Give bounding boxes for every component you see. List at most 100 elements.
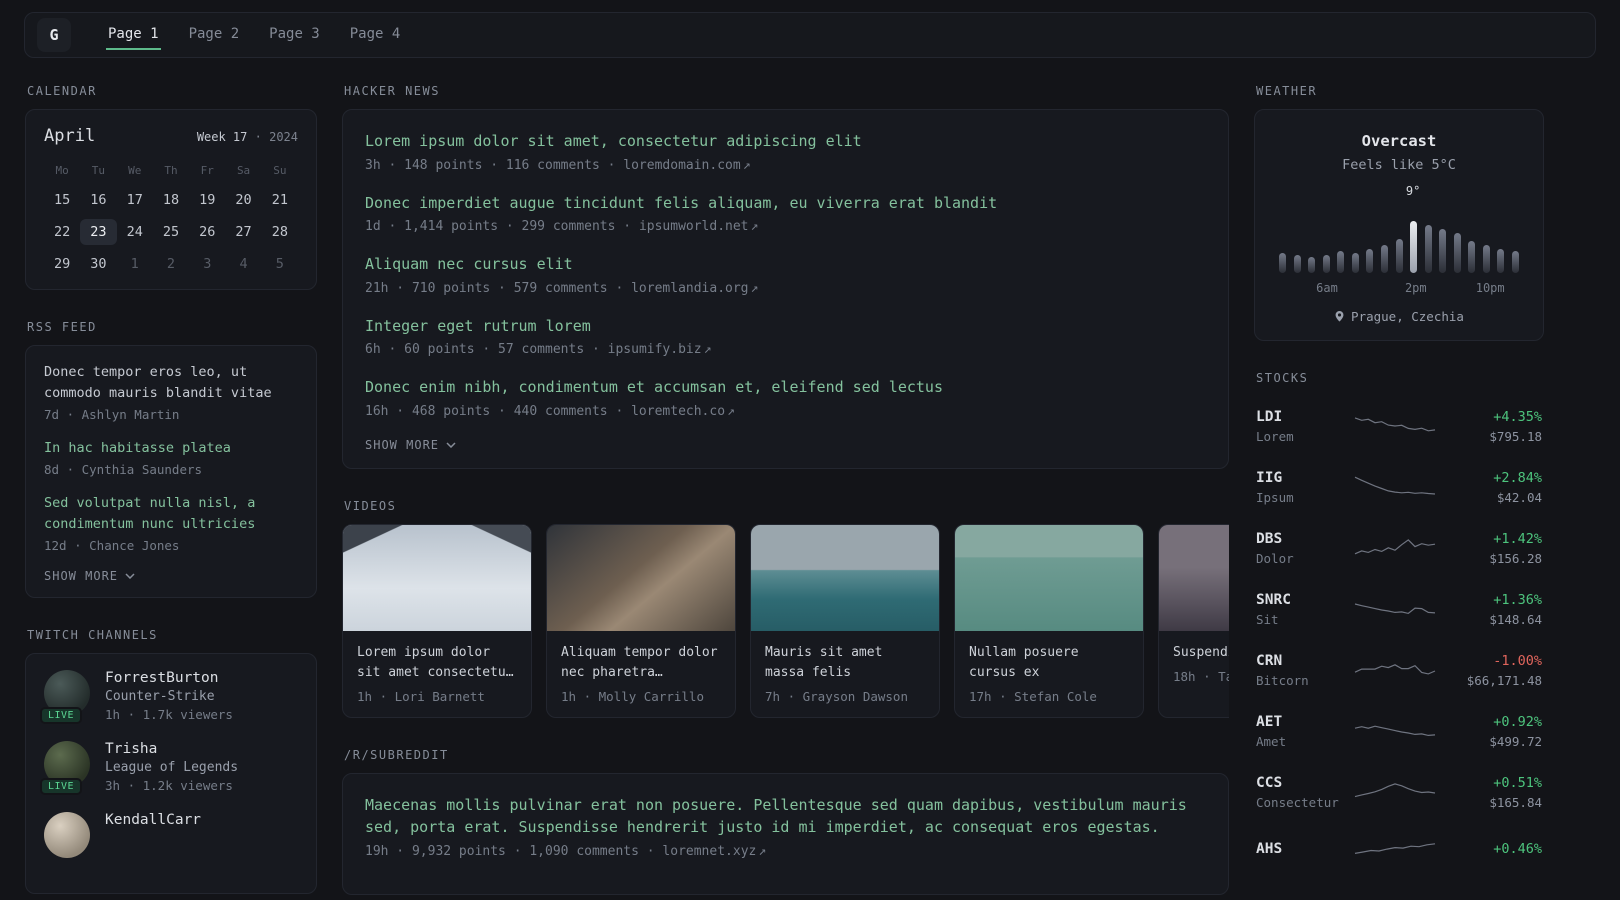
page-tabs: Page 1 Page 2 Page 3 Page 4	[93, 13, 415, 57]
stock-name: Consectetur	[1256, 795, 1339, 810]
stock-ticker: SNRC	[1256, 592, 1291, 608]
video-card[interactable]: Nullam posuere cursus ex 17h · Stefan Co…	[954, 523, 1144, 718]
twitch-channel[interactable]: KendallCarr	[44, 811, 298, 858]
weather-bar	[1279, 253, 1286, 273]
tab-page-3[interactable]: Page 3	[267, 20, 322, 51]
rss-item[interactable]: Donec tempor eros leo, ut commodo mauris…	[44, 362, 298, 422]
weather-bar	[1293, 255, 1301, 273]
story-title-link[interactable]: Aliquam nec cursus elit	[365, 253, 1206, 276]
calendar-day-next-month: 2	[166, 256, 176, 272]
tab-page-1[interactable]: Page 1	[106, 20, 161, 51]
content-area: CALENDAR April Week 17 · 2024 Mo Tu We T…	[25, 84, 1544, 900]
post-domain-link[interactable]: loremnet.xyz ↗	[662, 844, 766, 859]
stock-row[interactable]: CCS Consectetur +0.51% $165.84	[1254, 762, 1544, 823]
stock-sparkline	[1344, 595, 1446, 625]
stock-id: SNRC Sit	[1256, 592, 1344, 627]
video-thumbnail[interactable]	[343, 524, 531, 631]
video-card[interactable]: Suspendisse diam 18h · Tara	[1158, 523, 1229, 718]
calendar-day: 17	[126, 192, 143, 208]
weather-bar	[1453, 233, 1461, 273]
weather-bar	[1337, 251, 1345, 273]
stock-row[interactable]: LDI Lorem +4.35% $795.18	[1254, 396, 1544, 457]
stock-sparkline	[1344, 717, 1446, 747]
story-title-link[interactable]: Integer eget rutrum lorem	[365, 315, 1206, 338]
stock-row[interactable]: AHS +0.46%	[1254, 823, 1544, 879]
external-link-icon: ↗	[742, 157, 751, 173]
stock-id: CRN Bitcorn	[1256, 653, 1344, 688]
avatar-wrap	[44, 811, 90, 858]
hacker-news-show-more-button[interactable]: SHOW MORE	[365, 438, 1206, 452]
rss-item-meta: 7d · Ashlyn Martin	[44, 406, 180, 422]
video-title[interactable]: Nullam posuere cursus ex	[955, 631, 1143, 685]
tab-page-4[interactable]: Page 4	[348, 20, 403, 51]
video-thumbnail[interactable]	[955, 524, 1143, 631]
twitch-channel[interactable]: LIVE ForrestBurton Counter-Strike 1h · 1…	[40, 669, 298, 724]
rss-item-meta: 12d · Chance Jones	[44, 537, 180, 553]
video-title[interactable]: Mauris sit amet massa felis	[751, 631, 939, 685]
rss-item-title[interactable]: Donec tempor eros leo, ut commodo mauris…	[44, 362, 298, 404]
post-title-link[interactable]: Maecenas mollis pulvinar erat non posuer…	[365, 794, 1206, 839]
twitch-channel-name[interactable]: Trisha	[105, 741, 238, 757]
stock-name: Dolor	[1256, 551, 1294, 566]
rss-item[interactable]: Sed volutpat nulla nisl, a condimentum n…	[44, 493, 298, 553]
story-title-link[interactable]: Lorem ipsum dolor sit amet, consectetur …	[365, 130, 1206, 153]
calendar-week-year: Week 17 · 2024	[197, 130, 298, 144]
story-title-link[interactable]: Donec enim nibh, condimentum et accumsan…	[365, 376, 1206, 399]
stock-row[interactable]: IIG Ipsum +2.84% $42.04	[1254, 457, 1544, 518]
weather-bar	[1439, 229, 1447, 273]
stock-row[interactable]: CRN Bitcorn -1.00% $66,171.48	[1254, 640, 1544, 701]
video-card[interactable]: Lorem ipsum dolor sit amet consectetu… 1…	[342, 523, 532, 718]
video-thumbnail[interactable]	[751, 524, 939, 631]
dashboard-page: G Page 1 Page 2 Page 3 Page 4 CALENDAR A…	[0, 12, 1620, 900]
twitch-channel-name[interactable]: ForrestBurton	[105, 670, 233, 686]
twitch-channel[interactable]: LIVE Trisha League of Legends 3h · 1.2k …	[40, 740, 298, 795]
video-title[interactable]: Suspendisse diam	[1159, 631, 1229, 665]
story-meta: 21h · 710 points · 579 comments · loreml…	[365, 281, 1206, 296]
weather-condition: Overcast	[1361, 132, 1437, 150]
twitch-channel-info: Trisha League of Legends 3h · 1.2k viewe…	[105, 741, 238, 793]
story-domain-link[interactable]: ipsumworld.net ↗	[639, 219, 758, 234]
story-meta-text: 3h · 148 points · 116 comments ·	[365, 157, 616, 173]
twitch-channel-name[interactable]: KendallCarr	[105, 812, 201, 828]
story-domain-link[interactable]: loremlandia.org ↗	[631, 281, 758, 296]
chevron-down-icon	[125, 573, 135, 579]
tab-page-2[interactable]: Page 2	[187, 20, 242, 51]
weather-temp-label: 9°	[1405, 184, 1421, 198]
story-domain-link[interactable]: loremtech.co ↗	[631, 404, 735, 419]
calendar-day: 25	[162, 224, 180, 240]
video-card[interactable]: Mauris sit amet massa felis 7h · Grayson…	[750, 523, 940, 718]
story-item: Donec enim nibh, condimentum et accumsan…	[365, 376, 1206, 419]
stock-sparkline	[1344, 656, 1446, 686]
stock-change: +2.84%	[1493, 470, 1542, 486]
rss-item[interactable]: In hac habitasse platea 8d · Cynthia Sau…	[44, 438, 298, 477]
video-title[interactable]: Lorem ipsum dolor sit amet consectetu…	[343, 631, 531, 685]
stock-id: DBS Dolor	[1256, 531, 1344, 566]
stock-values: +0.51% $165.84	[1446, 775, 1542, 810]
story-domain: loremdomain.com	[623, 157, 741, 173]
weather-header: WEATHER	[1256, 84, 1318, 98]
hacker-news-widget: HACKER NEWS Lorem ipsum dolor sit amet, …	[342, 84, 1229, 469]
stock-ticker: LDI	[1256, 409, 1283, 425]
location-pin-icon	[1335, 311, 1344, 322]
story-domain-link[interactable]: loremdomain.com ↗	[623, 158, 750, 173]
video-card[interactable]: Aliquam tempor dolor nec pharetra… 1h · …	[546, 523, 736, 718]
stock-row[interactable]: AET Amet +0.92% $499.72	[1254, 701, 1544, 762]
weather-location-label: Prague, Czechia	[1351, 309, 1464, 324]
stock-row[interactable]: SNRC Sit +1.36% $148.64	[1254, 579, 1544, 640]
video-thumbnail[interactable]	[547, 524, 735, 631]
story-meta: 1d · 1,414 points · 299 comments · ipsum…	[365, 219, 1206, 234]
avatar	[44, 811, 90, 858]
story-title-link[interactable]: Donec imperdiet augue tincidunt felis al…	[365, 192, 1206, 215]
story-domain-link[interactable]: ipsumify.biz ↗	[608, 342, 712, 357]
rss-item-title[interactable]: Sed volutpat nulla nisl, a condimentum n…	[44, 493, 298, 535]
video-row: Lorem ipsum dolor sit amet consectetu… 1…	[342, 523, 1229, 718]
rss-item-title[interactable]: In hac habitasse platea	[44, 438, 298, 459]
video-title[interactable]: Aliquam tempor dolor nec pharetra…	[547, 631, 735, 685]
video-thumbnail[interactable]	[1159, 524, 1229, 631]
stock-row[interactable]: DBS Dolor +1.42% $156.28	[1254, 518, 1544, 579]
app-logo[interactable]: G	[37, 18, 71, 52]
video-meta: 1h · Molly Carrillo	[561, 688, 704, 704]
rss-show-more-button[interactable]: SHOW MORE	[44, 569, 298, 583]
story-meta-text: 21h · 710 points · 579 comments ·	[365, 280, 624, 296]
calendar-day: 29	[54, 256, 71, 272]
